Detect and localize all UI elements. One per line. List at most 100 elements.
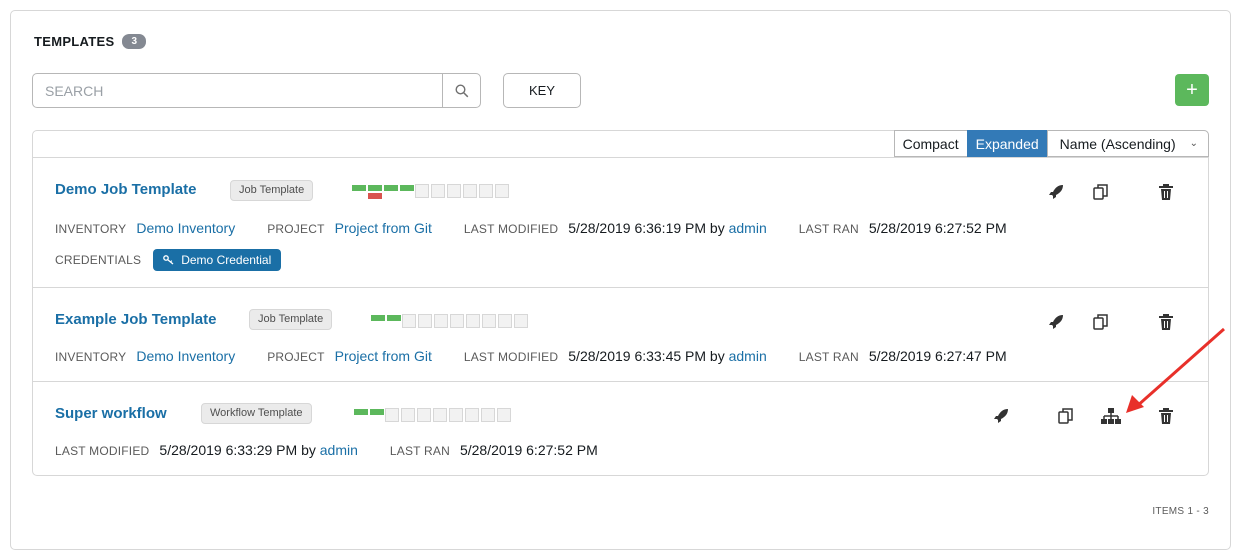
job-status-none: [465, 408, 479, 422]
copy-button[interactable]: [1089, 310, 1113, 334]
page-title: TEMPLATES: [34, 34, 115, 49]
job-status-sparkline: [370, 314, 528, 328]
expanded-toggle[interactable]: Expanded: [966, 130, 1048, 157]
search-box: [32, 73, 481, 108]
copy-button[interactable]: [1054, 404, 1078, 428]
launch-button[interactable]: [1044, 310, 1068, 334]
last-ran-label: LAST RAN: [798, 350, 859, 364]
template-details: INVENTORY Demo Inventory PROJECT Project…: [55, 220, 1007, 236]
project-link[interactable]: Project from Git: [335, 348, 432, 364]
rocket-icon: [1049, 185, 1063, 199]
job-status-none: [498, 314, 512, 328]
last-ran-value: 5/28/2019 6:27:47 PM: [868, 348, 1007, 364]
project-label: PROJECT: [267, 350, 325, 364]
sort-label: Name (Ascending): [1059, 135, 1176, 152]
job-status-none: [434, 314, 448, 328]
copy-icon: [1093, 314, 1108, 330]
project-label: PROJECT: [267, 222, 325, 236]
template-row: Example Job Template Job Template INVENT…: [33, 287, 1208, 381]
modified-by-link[interactable]: admin: [729, 348, 767, 364]
job-status-none: [497, 408, 511, 422]
inventory-link[interactable]: Demo Inventory: [136, 348, 235, 364]
templates-list: Compact Expanded Name (Ascending) ⌄ Demo…: [32, 130, 1209, 476]
copy-icon: [1093, 184, 1108, 200]
launch-button[interactable]: [1044, 180, 1068, 204]
copy-button[interactable]: [1089, 180, 1113, 204]
rocket-icon: [1049, 315, 1063, 329]
count-badge: 3: [122, 34, 147, 49]
job-status-success[interactable]: [386, 314, 401, 328]
template-row: Super workflow Workflow Template LAST MO…: [33, 381, 1208, 475]
last-modified-label: LAST MODIFIED: [463, 222, 559, 236]
template-details: INVENTORY Demo Inventory PROJECT Project…: [55, 348, 1007, 364]
job-status-none: [479, 184, 493, 198]
project-link[interactable]: Project from Git: [335, 220, 432, 236]
compact-toggle[interactable]: Compact: [893, 130, 968, 157]
inventory-label: INVENTORY: [55, 350, 127, 364]
job-status-none: [418, 314, 432, 328]
job-status-none: [402, 314, 416, 328]
job-status-none: [463, 184, 477, 198]
launch-button[interactable]: [989, 404, 1013, 428]
template-name-link[interactable]: Example Job Template: [55, 311, 216, 328]
job-status-none: [514, 314, 528, 328]
job-status-none: [401, 408, 415, 422]
job-status-none: [495, 184, 509, 198]
pagination-items: ITEMS 1 - 3: [1152, 506, 1209, 517]
templates-header: TEMPLATES 3: [34, 34, 147, 49]
last-modified-value: 5/28/2019 6:33:45 PM by: [568, 348, 729, 364]
rocket-icon: [994, 409, 1008, 423]
trash-icon: [1159, 184, 1173, 200]
sort-dropdown[interactable]: Name (Ascending) ⌄: [1046, 130, 1209, 157]
search-icon: [454, 83, 468, 97]
job-status-success[interactable]: [351, 184, 366, 198]
job-status-success[interactable]: [383, 184, 398, 198]
modified-by-link[interactable]: admin: [729, 220, 767, 236]
last-modified-label: LAST MODIFIED: [55, 444, 150, 458]
last-ran-value: 5/28/2019 6:27:52 PM: [868, 220, 1007, 236]
job-status-none: [466, 314, 480, 328]
last-modified-value: 5/28/2019 6:36:19 PM by: [568, 220, 729, 236]
job-status-success[interactable]: [370, 314, 385, 328]
template-type-badge: Job Template: [230, 180, 314, 201]
job-status-none: [433, 408, 447, 422]
job-status-failed[interactable]: [367, 184, 382, 199]
modified-by-link[interactable]: admin: [320, 442, 358, 458]
add-button[interactable]: +: [1175, 74, 1209, 106]
job-status-sparkline: [353, 408, 511, 422]
chevron-down-icon: ⌄: [1189, 138, 1198, 149]
credential-tag[interactable]: Demo Credential: [153, 249, 282, 271]
last-ran-label: LAST RAN: [798, 222, 859, 236]
view-toolbar: Compact Expanded Name (Ascending) ⌄: [893, 130, 1209, 157]
job-status-none: [417, 408, 431, 422]
search-button[interactable]: [442, 74, 480, 107]
template-type-badge: Workflow Template: [201, 403, 312, 424]
job-status-none: [431, 184, 445, 198]
job-status-success[interactable]: [369, 408, 384, 422]
job-status-none: [481, 408, 495, 422]
job-status-none: [385, 408, 399, 422]
template-name-link[interactable]: Demo Job Template: [55, 181, 196, 198]
template-name-link[interactable]: Super workflow: [55, 405, 167, 422]
credentials-row: CREDENTIALS Demo Credential: [55, 249, 282, 271]
job-status-none: [447, 184, 461, 198]
copy-icon: [1058, 408, 1073, 424]
inventory-label: INVENTORY: [55, 222, 127, 236]
delete-button[interactable]: [1154, 180, 1178, 204]
key-icon: [163, 255, 174, 265]
job-status-sparkline: [351, 184, 509, 199]
job-status-none: [482, 314, 496, 328]
template-details: LAST MODIFIED 5/28/2019 6:33:29 PM by ad…: [55, 442, 598, 458]
job-status-success[interactable]: [353, 408, 368, 422]
template-type-badge: Job Template: [249, 309, 333, 330]
last-ran-label: LAST RAN: [389, 444, 450, 458]
search-input[interactable]: [33, 74, 442, 107]
sitemap-icon: [1101, 408, 1121, 424]
annotation-arrow: [1126, 327, 1225, 413]
job-status-none: [449, 408, 463, 422]
job-status-success[interactable]: [399, 184, 414, 198]
job-status-none: [415, 184, 429, 198]
job-status-none: [450, 314, 464, 328]
inventory-link[interactable]: Demo Inventory: [136, 220, 235, 236]
key-button[interactable]: KEY: [503, 73, 581, 108]
